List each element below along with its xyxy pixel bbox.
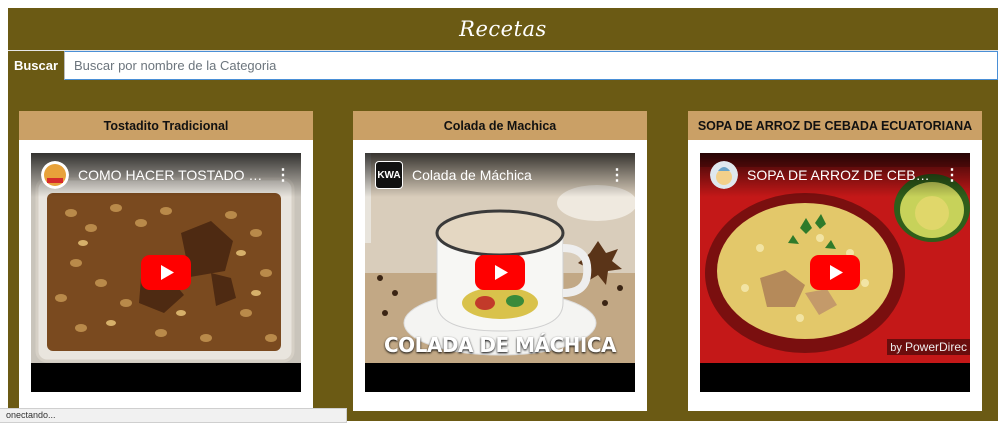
video-title[interactable]: COMO HACER TOSTADO S...	[78, 167, 263, 183]
video-title[interactable]: SOPA DE ARROZ DE CEBAD...	[747, 167, 932, 183]
play-icon[interactable]	[475, 255, 525, 290]
play-icon[interactable]	[810, 255, 860, 290]
video-embed[interactable]: by PowerDirec SOPA DE ARROZ DE CEBAD... …	[700, 153, 970, 392]
recipe-card: Colada de Machica COLADA DE MÁCHICA KWA …	[353, 111, 647, 411]
search-label: Buscar	[8, 51, 64, 80]
video-header: COMO HACER TOSTADO S... ⋮	[31, 153, 301, 197]
channel-avatar-icon[interactable]	[41, 161, 69, 189]
kebab-menu-icon[interactable]: ⋮	[944, 165, 960, 185]
recipe-title: Tostadito Tradicional	[19, 111, 313, 140]
recipe-card: SOPA DE ARROZ DE CEBADA ECUATORIANA by P…	[688, 111, 982, 411]
video-title[interactable]: Colada de Máchica	[412, 167, 597, 183]
channel-avatar-icon[interactable]	[710, 161, 738, 189]
video-header: SOPA DE ARROZ DE CEBAD... ⋮	[700, 153, 970, 197]
video-embed[interactable]: COLADA DE MÁCHICA KWA Colada de Máchica …	[365, 153, 635, 392]
watermark-by: by	[890, 342, 902, 354]
page-title: Recetas	[459, 17, 547, 41]
recipe-card: Tostadito Tradicional COMO HACER TOSTADO…	[19, 111, 313, 411]
video-header: KWA Colada de Máchica ⋮	[365, 153, 635, 197]
recipe-title: SOPA DE ARROZ DE CEBADA ECUATORIANA	[688, 111, 982, 140]
app-frame: Recetas Buscar Tostadito Tradicional	[8, 8, 998, 421]
play-icon[interactable]	[141, 255, 191, 290]
kebab-menu-icon[interactable]: ⋮	[275, 165, 291, 185]
recipe-title: Colada de Machica	[353, 111, 647, 140]
search-bar: Buscar	[8, 50, 998, 80]
channel-avatar-icon[interactable]: KWA	[375, 161, 403, 189]
search-input[interactable]	[64, 51, 998, 80]
watermark-text: PowerDirec	[904, 340, 967, 354]
video-overlay-caption: COLADA DE MÁCHICA	[383, 333, 617, 357]
video-watermark: by PowerDirec	[887, 339, 970, 355]
video-embed[interactable]: COMO HACER TOSTADO S... ⋮	[31, 153, 301, 392]
kebab-menu-icon[interactable]: ⋮	[609, 165, 625, 185]
